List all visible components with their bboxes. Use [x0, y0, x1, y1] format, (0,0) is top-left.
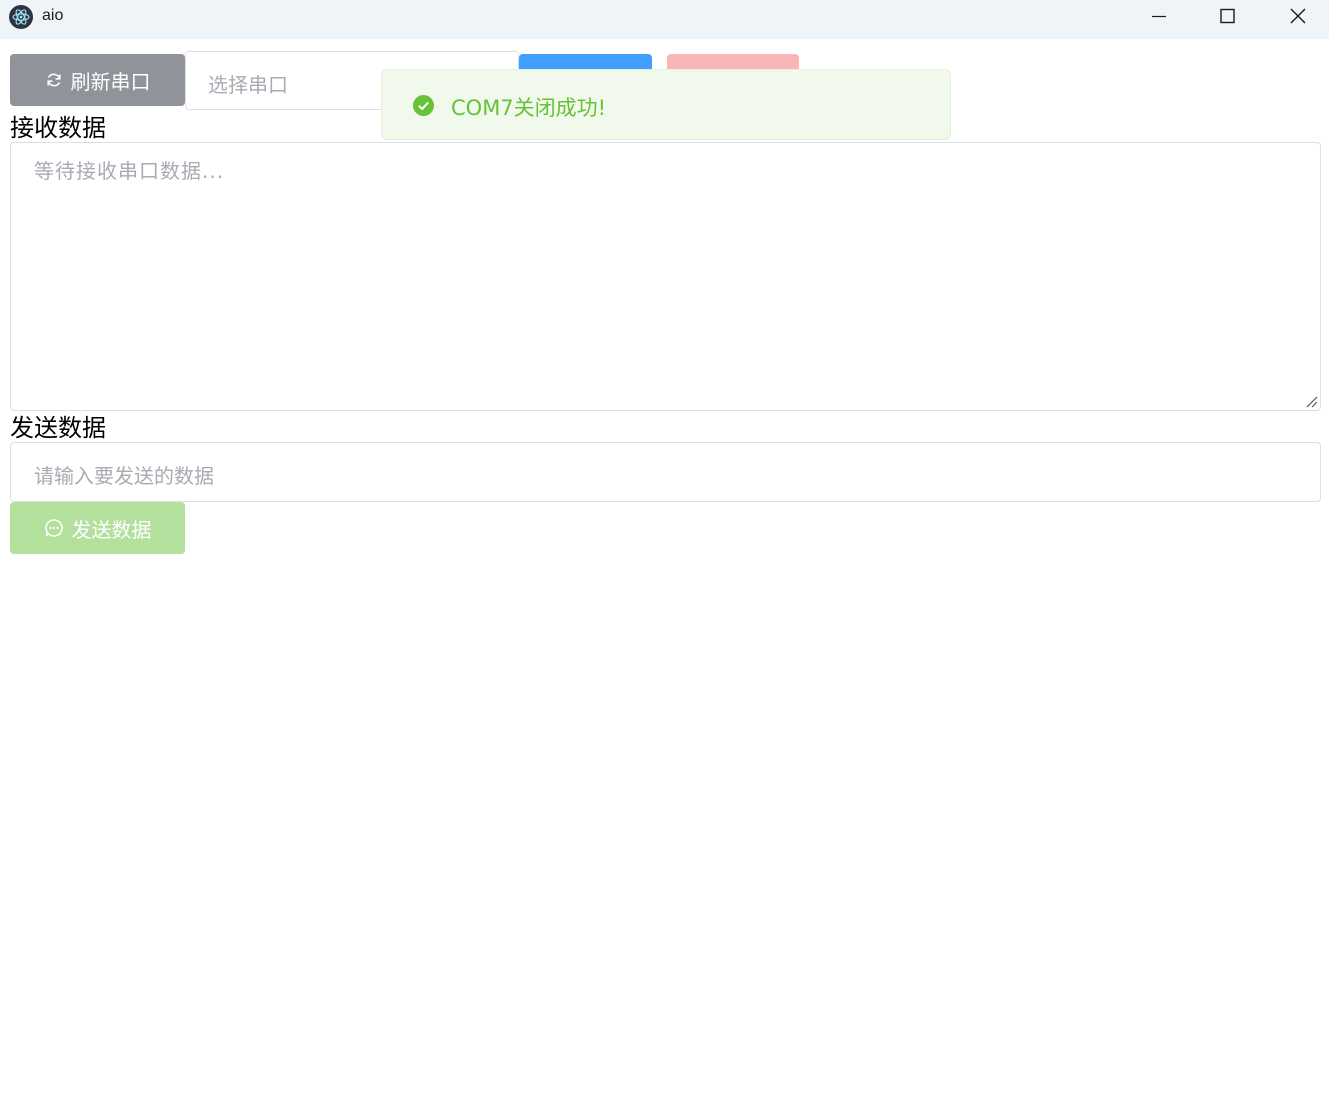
- chat-bubble-icon: [44, 519, 63, 537]
- receive-data-label: 接收数据: [10, 114, 106, 142]
- send-data-input[interactable]: 请输入要发送的数据: [10, 442, 1321, 502]
- receive-data-textarea[interactable]: 等待接收串口数据...: [10, 142, 1321, 411]
- maximize-button[interactable]: [1195, 0, 1261, 33]
- success-check-icon: [413, 95, 434, 116]
- send-data-button-label: 发送数据: [71, 517, 152, 542]
- success-notification: COM7关闭成功!: [381, 69, 951, 140]
- receive-data-placeholder: 等待接收串口数据...: [34, 159, 225, 183]
- minimize-icon: [1152, 15, 1166, 18]
- title-bar: aio: [0, 0, 1329, 39]
- close-icon: [1290, 8, 1306, 24]
- port-select-placeholder: 选择串口: [208, 73, 288, 97]
- send-data-label: 发送数据: [10, 414, 106, 442]
- window-title: aio: [42, 7, 64, 24]
- app-logo-icon: [9, 5, 33, 29]
- minimize-button[interactable]: [1126, 0, 1192, 33]
- maximize-icon: [1220, 8, 1235, 24]
- refresh-icon: [46, 73, 61, 87]
- send-data-placeholder: 请输入要发送的数据: [34, 464, 214, 488]
- resize-grip-icon[interactable]: [1304, 394, 1318, 408]
- close-window-button[interactable]: [1264, 0, 1329, 33]
- send-data-button[interactable]: 发送数据: [10, 502, 185, 554]
- notification-message: COM7关闭成功!: [451, 96, 607, 120]
- refresh-ports-button[interactable]: 刷新串口: [10, 54, 185, 106]
- refresh-ports-label: 刷新串口: [70, 69, 151, 94]
